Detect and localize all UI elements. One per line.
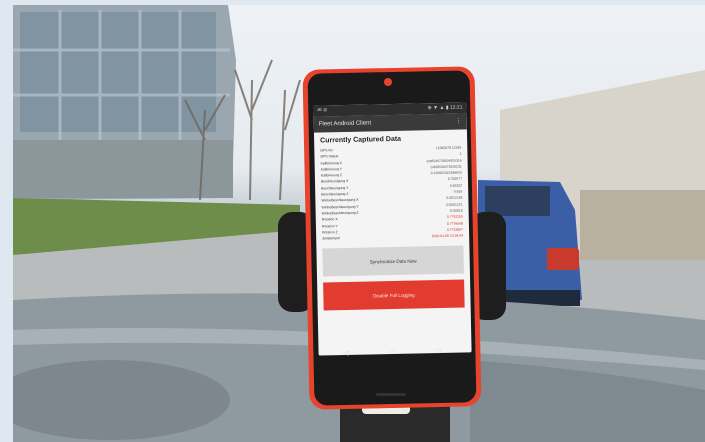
status-right: ⊕ ▼ ▲ ▮ 12:21 [427,104,463,112]
top-frame-border [0,0,705,5]
data-row-value: 12345678 12345 [435,145,462,151]
app-title: Fleet Android Client [318,120,372,128]
back-icon[interactable]: ◁ [343,349,349,357]
phone-camera [384,78,392,86]
recent-apps-icon[interactable]: □ [437,347,441,354]
more-vert-icon[interactable]: ⋮ [456,114,462,130]
data-row-label: Zeitstempel [322,236,340,241]
dashboard-vent [0,360,230,440]
status-left: ✉ ⊘ [317,107,328,114]
photo-scene: ✉ ⊘ ⊕ ▼ ▲ ▮ 12:21 Fleet Android Client ⋮… [0,0,705,442]
phone-speaker [376,393,406,396]
phone-screen: ✉ ⊘ ⊕ ▼ ▲ ▮ 12:21 Fleet Android Client ⋮… [313,102,472,356]
left-frame-border [0,0,13,442]
data-row-value: 2016-01-05 13:34:24 [431,233,464,239]
stop-logging-button[interactable]: Disable Full Logging [323,279,465,311]
building-windows [20,12,216,132]
sync-button[interactable]: Synchronize Data Now [322,245,464,277]
right-hedge [580,190,705,260]
data-rows: GPS Fix 12345678 12345 GPS Status 1 Kalibrie… [314,144,469,242]
android-nav-bar: ◁ ○ □ [322,344,462,361]
home-icon[interactable]: ○ [390,348,394,355]
